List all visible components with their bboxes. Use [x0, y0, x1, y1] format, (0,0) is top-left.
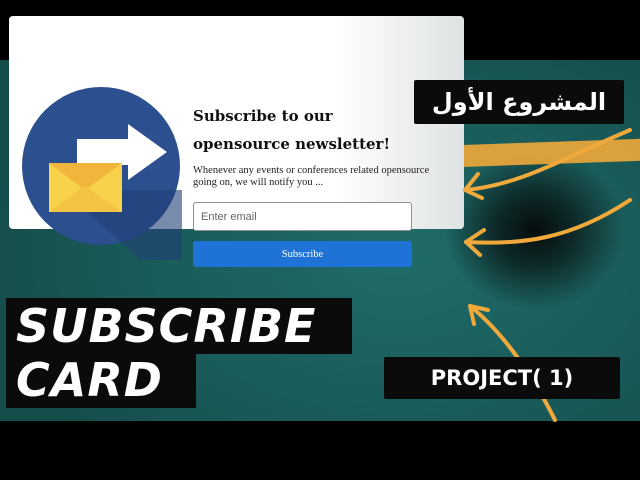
card-title-line1: Subscribe to our	[193, 107, 333, 125]
subscribe-illustration	[22, 87, 182, 260]
card-description: Whenever any events or conferences relat…	[193, 165, 430, 188]
card-title: Subscribe to our opensource newsletter!	[193, 102, 423, 158]
big-title-line2: CARD	[6, 352, 196, 408]
email-input[interactable]	[193, 202, 412, 231]
card-title-line2: opensource newsletter!	[193, 135, 391, 153]
subscribe-button[interactable]: Subscribe	[193, 241, 412, 267]
envelope-icon	[49, 163, 122, 212]
project-number-label: PROJECT( 1)	[384, 357, 620, 399]
big-title-line1: SUBSCRIBE	[6, 298, 352, 354]
arabic-project-label: المشروع الأول	[414, 80, 624, 124]
